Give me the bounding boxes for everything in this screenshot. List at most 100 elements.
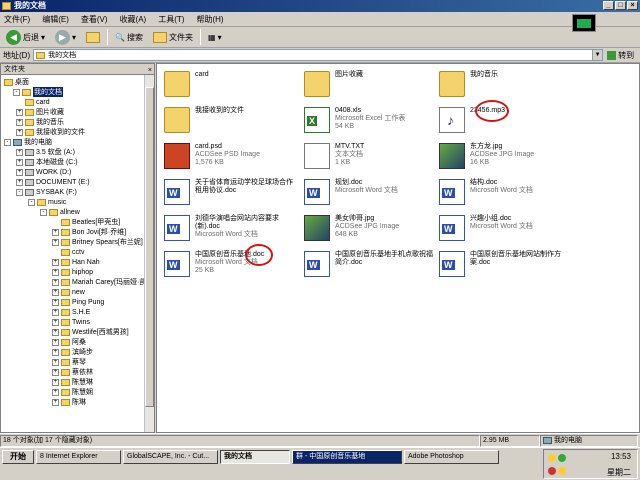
- address-input[interactable]: 我的文档 ▼: [33, 49, 604, 61]
- menu-view[interactable]: 查看(V): [81, 14, 108, 25]
- collapse-icon[interactable]: -: [28, 198, 35, 206]
- file-item[interactable]: 图片收藏: [301, 68, 441, 102]
- tree-node[interactable]: + Bon Jovi[邦·乔维]: [52, 227, 126, 237]
- taskbar-button[interactable]: 群 - 中国原创音乐基地: [292, 450, 402, 464]
- tree-node[interactable]: + 我的音乐: [16, 117, 64, 127]
- menu-edit[interactable]: 编辑(E): [42, 14, 69, 25]
- tree-node[interactable]: + Han Nah: [52, 257, 100, 267]
- tree-node[interactable]: + DOCUMENT (E:): [16, 177, 90, 187]
- taskbar-button[interactable]: 8 Internet Explorer: [36, 450, 121, 464]
- menu-help[interactable]: 帮助(H): [196, 14, 223, 25]
- minimize-button[interactable]: _: [603, 1, 614, 10]
- collapse-icon[interactable]: -: [16, 188, 23, 196]
- expand-icon[interactable]: +: [16, 148, 23, 156]
- tree-node[interactable]: 桌面: [4, 77, 29, 87]
- collapse-icon[interactable]: -: [13, 88, 20, 96]
- expand-icon[interactable]: +: [16, 158, 23, 166]
- tree-node[interactable]: - SYSBAK (F:): [16, 187, 77, 197]
- file-item[interactable]: MTV.TXT 文本文档 1 KB: [301, 140, 441, 174]
- file-item[interactable]: 0408.xlsMicrosoft Excel 工作表54 KB: [301, 104, 441, 138]
- file-item[interactable]: 东方龙.jpg ACDSee JPG Image 16 KB: [436, 140, 576, 174]
- menu-file[interactable]: 文件(F): [4, 14, 30, 25]
- tree-node[interactable]: +3.5 软盘 (A:): [16, 147, 75, 157]
- collapse-icon[interactable]: -: [4, 138, 11, 146]
- expand-icon[interactable]: +: [52, 348, 59, 356]
- tree-node[interactable]: + 我接收到的文件: [16, 127, 85, 137]
- expand-icon[interactable]: +: [52, 278, 59, 286]
- file-item[interactable]: 中国原创音乐基地手机点歌祝福简介.doc: [301, 248, 441, 282]
- chevron-down-icon[interactable]: ▼: [592, 50, 603, 60]
- expand-icon[interactable]: +: [52, 298, 59, 306]
- tree-node[interactable]: + 蔡依林: [52, 367, 93, 377]
- forward-button[interactable]: ▶ ▾: [52, 29, 79, 46]
- maximize-button[interactable]: □: [615, 1, 626, 10]
- search-button[interactable]: 🔍 搜索: [112, 31, 146, 44]
- expand-icon[interactable]: +: [16, 128, 23, 136]
- tree-node[interactable]: + hiphop: [52, 267, 93, 277]
- menu-favorites[interactable]: 收藏(A): [120, 14, 147, 25]
- file-item[interactable]: 结构.docMicrosoft Word 文档: [436, 176, 576, 210]
- collapse-icon[interactable]: -: [40, 208, 47, 216]
- file-item[interactable]: 刘德华演唱会网站内容要求(新).docMicrosoft Word 文档: [161, 212, 301, 246]
- expand-icon[interactable]: +: [52, 378, 59, 386]
- tray-icon[interactable]: [548, 467, 556, 475]
- back-button[interactable]: ◀ 后退 ▾: [3, 29, 48, 46]
- taskbar-button[interactable]: 我的文档: [220, 450, 290, 464]
- expand-icon[interactable]: +: [52, 358, 59, 366]
- tree-node[interactable]: + Westlife[西城男孩]: [52, 327, 129, 337]
- expand-icon[interactable]: +: [16, 178, 23, 186]
- tree-node[interactable]: - allnew: [40, 207, 80, 217]
- file-item[interactable]: 兴趣小组.docMicrosoft Word 文档: [436, 212, 576, 246]
- expand-icon[interactable]: +: [52, 268, 59, 276]
- menu-tools[interactable]: 工具(T): [158, 14, 184, 25]
- expand-icon[interactable]: +: [52, 328, 59, 336]
- tray-icon[interactable]: [548, 454, 556, 462]
- tree-node[interactable]: + 本地磁盘 (C:): [16, 157, 78, 167]
- tree-node[interactable]: card: [25, 97, 50, 107]
- views-button[interactable]: ▦ ▾: [205, 32, 225, 43]
- expand-icon[interactable]: +: [16, 168, 23, 176]
- tray-icon[interactable]: [558, 467, 566, 475]
- expand-icon[interactable]: +: [52, 238, 59, 246]
- file-item[interactable]: 美女帅哥.jpg ACDSee JPG Image 648 KB: [301, 212, 441, 246]
- file-item[interactable]: 我接收到的文件: [161, 104, 301, 138]
- tree-node[interactable]: - music: [28, 197, 66, 207]
- tree-node[interactable]: cctv: [61, 247, 84, 257]
- up-button[interactable]: [83, 31, 103, 44]
- tree-node[interactable]: + S.H.E: [52, 307, 90, 317]
- start-button[interactable]: 开始: [2, 450, 34, 464]
- tree-node[interactable]: + 图片收藏: [16, 107, 64, 117]
- scroll-thumb[interactable]: [145, 87, 154, 407]
- tree-node[interactable]: - 我的电脑: [4, 137, 52, 147]
- tree-node[interactable]: + Britney Spears[布兰妮]: [52, 237, 143, 247]
- tree-node[interactable]: + Mariah Carey[玛丽娅·凯莉]: [52, 277, 154, 287]
- file-item[interactable]: card.psd ACDSee PSD Image 1,576 KB: [161, 140, 301, 174]
- expand-icon[interactable]: +: [52, 388, 59, 396]
- expand-icon[interactable]: +: [52, 318, 59, 326]
- expand-icon[interactable]: +: [52, 368, 59, 376]
- expand-icon[interactable]: +: [16, 108, 23, 116]
- expand-icon[interactable]: +: [52, 228, 59, 236]
- taskbar-button[interactable]: GlobalSCAPE, Inc. - Cut...: [123, 450, 218, 464]
- tree-node[interactable]: - 我的文档: [13, 87, 63, 97]
- file-item[interactable]: 规划.docMicrosoft Word 文档: [301, 176, 441, 210]
- tree-scrollbar[interactable]: [144, 75, 154, 432]
- tree-node[interactable]: + WORK (D:): [16, 167, 71, 177]
- file-item[interactable]: 中国原创音乐基地网站制作方案.doc: [436, 248, 576, 282]
- tree-node[interactable]: + 陈慧娴: [52, 387, 93, 397]
- tree-node[interactable]: + 陈琳: [52, 397, 86, 407]
- file-item[interactable]: card: [161, 68, 301, 102]
- tree-node[interactable]: + 滨崎步: [52, 347, 93, 357]
- go-button[interactable]: 转到: [607, 50, 634, 61]
- expand-icon[interactable]: +: [52, 398, 59, 406]
- tree-node[interactable]: + 陈慧琳: [52, 377, 93, 387]
- tree-node[interactable]: + Twins: [52, 317, 90, 327]
- expand-icon[interactable]: +: [52, 308, 59, 316]
- expand-icon[interactable]: +: [16, 118, 23, 126]
- tree-node[interactable]: + 蔡琴: [52, 357, 86, 367]
- taskbar-button[interactable]: Adobe Photoshop: [404, 450, 499, 464]
- tree-node[interactable]: + new: [52, 287, 85, 297]
- tree-node[interactable]: + Ping Pung: [52, 297, 104, 307]
- expand-icon[interactable]: +: [52, 288, 59, 296]
- tree-node[interactable]: + 阿桑: [52, 337, 86, 347]
